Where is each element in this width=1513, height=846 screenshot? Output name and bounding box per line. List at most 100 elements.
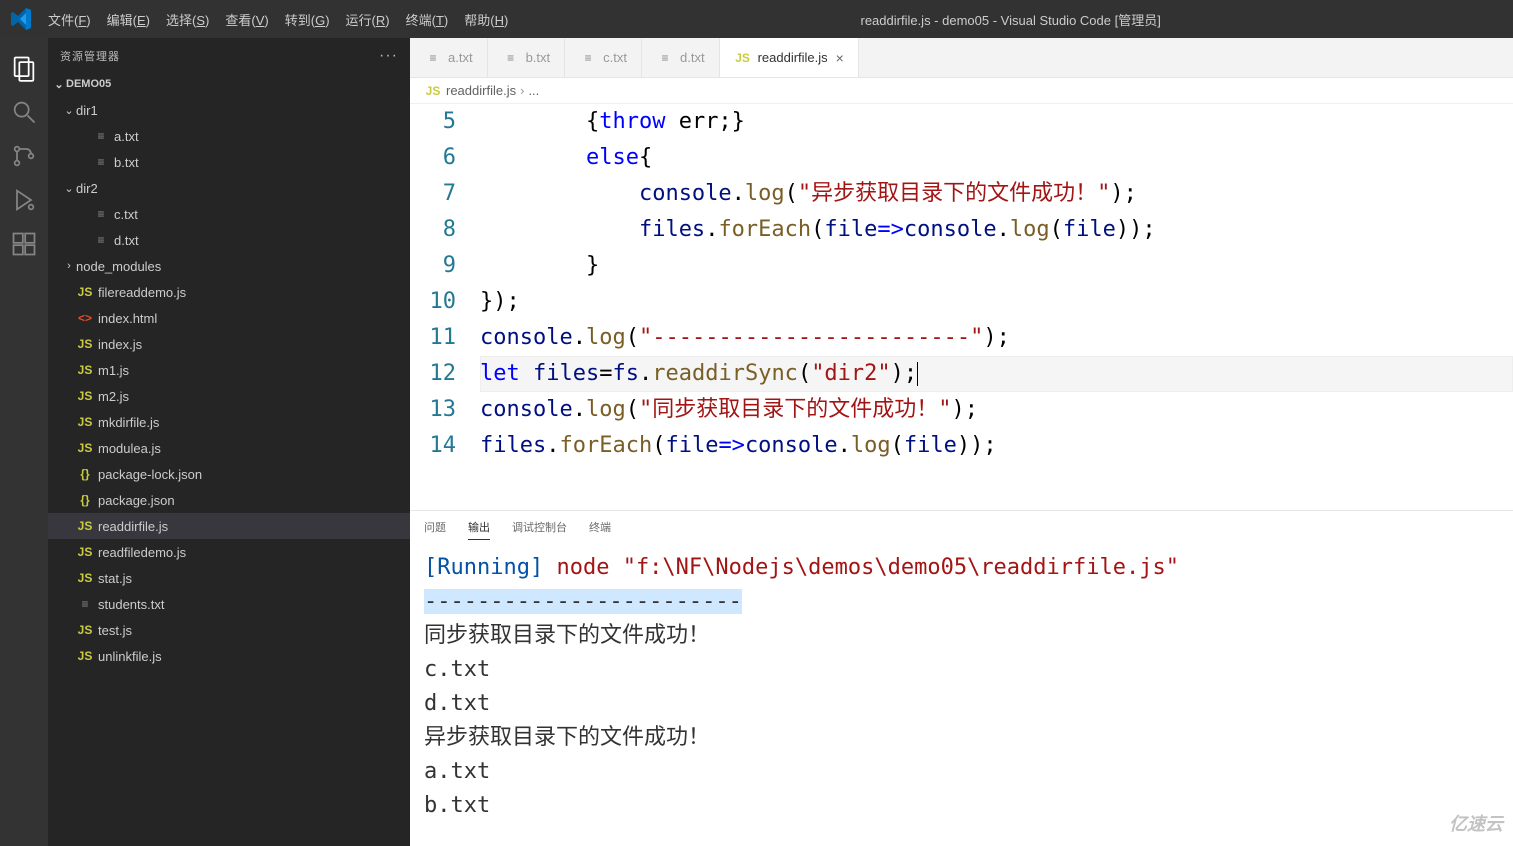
file-tree: ⌄dir1≡a.txt≡b.txt⌄dir2≡c.txt≡d.txt›node_…: [48, 95, 410, 671]
menu-item[interactable]: 帮助(H): [456, 9, 516, 32]
code-line[interactable]: console.log("同步获取目录下的文件成功！");: [480, 392, 1513, 428]
breadcrumb-trail: ...: [528, 83, 539, 98]
file-label: stat.js: [98, 571, 132, 586]
panel-tab[interactable]: 问题: [424, 515, 446, 539]
js-icon: JS: [76, 285, 94, 299]
explorer-icon[interactable]: [10, 54, 38, 82]
menu-item[interactable]: 转到(G): [277, 9, 338, 32]
panel-output[interactable]: [Running] node "f:\NF\Nodejs\demos\demo0…: [410, 543, 1513, 846]
code-line[interactable]: });: [480, 284, 1513, 320]
output-line: ------------------------: [424, 585, 1499, 619]
file-label: index.html: [98, 311, 157, 326]
close-icon[interactable]: ×: [836, 50, 844, 66]
code-line[interactable]: else{: [480, 140, 1513, 176]
output-line: b.txt: [424, 789, 1499, 823]
panel-tab[interactable]: 调试控制台: [512, 515, 567, 539]
menu-item[interactable]: 查看(V): [217, 9, 276, 32]
command-text: node "f:\NF\Nodejs\demos\demo05\readdirf…: [556, 555, 1179, 580]
file-label: m1.js: [98, 363, 129, 378]
file-row[interactable]: {}package-lock.json: [48, 461, 410, 487]
menu-item[interactable]: 选择(S): [158, 9, 217, 32]
file-row[interactable]: ≡c.txt: [48, 201, 410, 227]
sidebar-more-icon[interactable]: ···: [379, 47, 398, 65]
panel-tab[interactable]: 终端: [589, 515, 611, 539]
editor-tab[interactable]: JSreaddirfile.js×: [720, 38, 859, 77]
js-icon: JS: [76, 415, 94, 429]
explorer-root[interactable]: ⌄ DEMO05: [48, 73, 410, 95]
editor-tab[interactable]: ≡ d.txt: [642, 38, 720, 77]
code-line[interactable]: files.forEach(file=>console.log(file));: [480, 428, 1513, 464]
tab-label: d.txt: [680, 50, 705, 65]
root-label: DEMO05: [66, 78, 111, 90]
file-row[interactable]: JSmodulea.js: [48, 435, 410, 461]
code-editor[interactable]: 567891011121314 {throw err;} else{ conso…: [410, 104, 1513, 510]
source-control-icon[interactable]: [10, 142, 38, 170]
extensions-icon[interactable]: [10, 230, 38, 258]
file-row[interactable]: JSreaddirfile.js: [48, 513, 410, 539]
panel-tab[interactable]: 输出: [468, 515, 490, 540]
code-line[interactable]: {throw err;}: [480, 104, 1513, 140]
folder-row[interactable]: ⌄dir2: [48, 175, 410, 201]
file-row[interactable]: JSunlinkfile.js: [48, 643, 410, 669]
editor-tab[interactable]: ≡ a.txt: [410, 38, 488, 77]
file-label: b.txt: [114, 155, 139, 170]
file-row[interactable]: JSstat.js: [48, 565, 410, 591]
file-row[interactable]: {} package.json: [48, 487, 410, 513]
file-row[interactable]: ≡ b.txt: [48, 149, 410, 175]
file-label: mkdirfile.js: [98, 415, 159, 430]
file-row[interactable]: JSfilereaddemo.js: [48, 279, 410, 305]
file-row[interactable]: JSindex.js: [48, 331, 410, 357]
breadcrumb-file: readdirfile.js: [446, 83, 516, 98]
activitybar: [0, 38, 48, 846]
txt-icon: ≡: [92, 155, 110, 169]
file-label: readfiledemo.js: [98, 545, 186, 560]
file-row[interactable]: ≡ students.txt: [48, 591, 410, 617]
breadcrumb[interactable]: JS readdirfile.js › ...: [410, 78, 1513, 104]
file-row[interactable]: JS mkdirfile.js: [48, 409, 410, 435]
file-row[interactable]: ≡a.txt: [48, 123, 410, 149]
run-debug-icon[interactable]: [10, 186, 38, 214]
file-label: c.txt: [114, 207, 138, 222]
folder-row[interactable]: ›node_modules: [48, 253, 410, 279]
output-line: a.txt: [424, 755, 1499, 789]
code-line[interactable]: let files=fs.readdirSync("dir2");: [480, 356, 1513, 392]
code-line[interactable]: console.log("------------------------");: [480, 320, 1513, 356]
code-line[interactable]: files.forEach(file=>console.log(file));: [480, 212, 1513, 248]
file-row[interactable]: JStest.js: [48, 617, 410, 643]
code-line[interactable]: }: [480, 248, 1513, 284]
file-row[interactable]: ≡d.txt: [48, 227, 410, 253]
menu-item[interactable]: 终端(T): [398, 9, 457, 32]
file-label: test.js: [98, 623, 132, 638]
file-row[interactable]: <>index.html: [48, 305, 410, 331]
code-body[interactable]: {throw err;} else{ console.log("异步获取目录下的…: [480, 104, 1513, 510]
editor-tab[interactable]: ≡c.txt: [565, 38, 642, 77]
tab-label: a.txt: [448, 50, 473, 65]
file-row[interactable]: JSm2.js: [48, 383, 410, 409]
code-line[interactable]: console.log("异步获取目录下的文件成功！");: [480, 176, 1513, 212]
file-row[interactable]: JSreadfiledemo.js: [48, 539, 410, 565]
file-row[interactable]: JS m1.js: [48, 357, 410, 383]
main-area: 资源管理器 ··· ⌄ DEMO05 ⌄dir1 ≡ a.txt ≡ b.txt ⌄dir…: [0, 38, 1513, 846]
txt-icon: ≡: [76, 597, 94, 611]
vscode-logo-icon: [8, 7, 32, 31]
txt-icon: ≡: [579, 51, 597, 65]
editor-tab[interactable]: ≡b.txt: [488, 38, 566, 77]
folder-label: dir2: [76, 181, 98, 196]
menu-item[interactable]: 文件(F): [40, 9, 99, 32]
chevron-right-icon: ›: [62, 260, 76, 272]
search-icon[interactable]: [10, 98, 38, 126]
titlebar: 文件(F)编辑(E)选择(S)查看(V)转到(G)运行(R)终端(T)帮助(H)…: [0, 0, 1513, 38]
file-label: package.json: [98, 493, 175, 508]
menu-item[interactable]: 编辑(E): [99, 9, 158, 32]
js-icon: JS: [76, 363, 94, 377]
json-icon: {}: [76, 493, 94, 507]
file-label: students.txt: [98, 597, 164, 612]
txt-icon: ≡: [424, 51, 442, 65]
txt-icon: ≡: [656, 51, 674, 65]
menu-item[interactable]: 运行(R): [338, 9, 398, 32]
folder-row[interactable]: ⌄dir1: [48, 97, 410, 123]
sidebar-title: 资源管理器: [60, 48, 120, 64]
txt-icon: ≡: [92, 129, 110, 143]
js-icon: JS: [76, 519, 94, 533]
file-label: d.txt: [114, 233, 139, 248]
